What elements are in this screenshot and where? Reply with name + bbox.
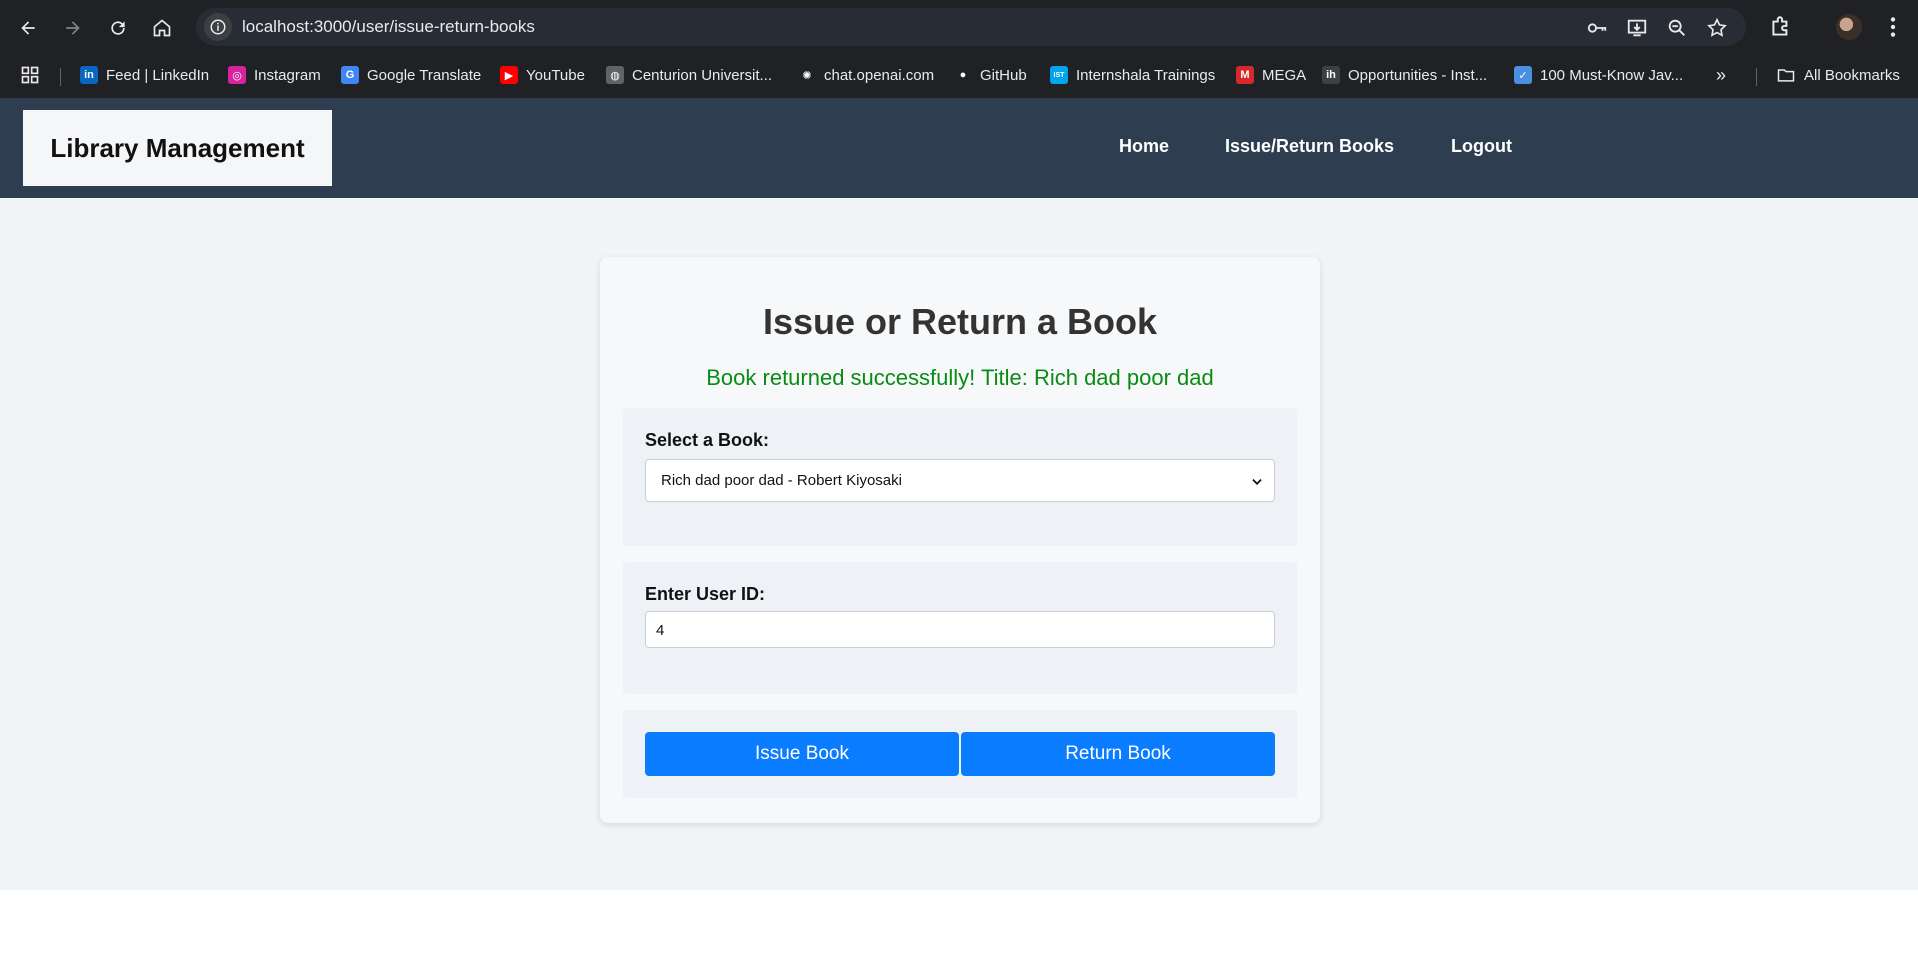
profile-avatar[interactable]: [1836, 14, 1862, 40]
bookmark-label: Centurion Universit...: [632, 66, 773, 84]
back-button[interactable]: [12, 12, 44, 44]
bookmark-item[interactable]: ▶ YouTube: [500, 64, 585, 86]
bookmark-label: chat.openai.com: [824, 66, 935, 84]
return-book-button[interactable]: Return Book: [961, 732, 1275, 776]
home-icon: [153, 19, 171, 37]
bookmarks-divider: [1756, 68, 1757, 86]
url-text[interactable]: localhost:3000/user/issue-return-books: [242, 17, 535, 37]
forward-button[interactable]: [57, 12, 89, 44]
bookmark-item[interactable]: G Google Translate: [341, 64, 481, 86]
double-chevron-right-icon: »: [1716, 64, 1727, 85]
instagram-icon: ◎: [228, 66, 246, 84]
nav-logout[interactable]: Logout: [1451, 136, 1512, 157]
brand-logo: Library Management: [23, 110, 332, 186]
install-icon: [1627, 19, 1647, 37]
bookmark-item[interactable]: ● GitHub: [954, 64, 1027, 86]
bookmark-item[interactable]: in Feed | LinkedIn: [80, 64, 209, 86]
bookmark-label: Feed | LinkedIn: [106, 66, 210, 84]
bookmark-item[interactable]: IST Internshala Trainings: [1050, 64, 1215, 86]
address-bar[interactable]: localhost:3000/user/issue-return-books: [196, 8, 1746, 46]
zoom-button[interactable]: [1666, 17, 1688, 39]
brand-title: Library Management: [50, 132, 305, 163]
bookmark-item[interactable]: ✺ chat.openai.com: [798, 64, 934, 86]
internshala-ih-icon: ih: [1322, 66, 1340, 84]
apps-button[interactable]: [20, 64, 40, 86]
youtube-icon: ▶: [500, 66, 518, 84]
issue-book-button[interactable]: Issue Book: [645, 732, 959, 776]
user-id-input[interactable]: 4: [645, 611, 1275, 648]
site-info-button[interactable]: [204, 13, 232, 41]
install-app-button[interactable]: [1626, 17, 1648, 39]
password-key-button[interactable]: [1586, 17, 1608, 39]
bookmarks-overflow-button[interactable]: »: [1716, 64, 1726, 86]
bookmark-item[interactable]: M MEGA: [1236, 64, 1306, 86]
bookmark-label: YouTube: [526, 66, 585, 84]
star-icon: [1707, 17, 1727, 37]
google-translate-icon: G: [341, 66, 359, 84]
openai-icon: ✺: [798, 66, 816, 84]
puzzle-icon: [1772, 16, 1788, 36]
reload-icon: [111, 21, 125, 35]
page-body: Issue or Return a Book Book returned suc…: [0, 198, 1918, 890]
all-bookmarks-button[interactable]: All Bookmarks: [1776, 64, 1900, 86]
browser-chrome: localhost:3000/user/issue-return-books i…: [0, 0, 1918, 98]
reload-button[interactable]: [102, 12, 134, 44]
info-icon: [210, 19, 226, 35]
back-arrow-icon: [21, 21, 35, 35]
globe-icon: ◍: [606, 66, 624, 84]
user-id-value: 4: [656, 622, 665, 639]
bookmark-label: Google Translate: [367, 66, 482, 84]
site-header: Library Management Home Issue/Return Boo…: [0, 98, 1918, 198]
book-select-section: Select a Book: Rich dad poor dad - Rober…: [623, 408, 1297, 546]
extensions-button[interactable]: [1768, 14, 1794, 40]
issue-return-card: Issue or Return a Book Book returned suc…: [600, 257, 1320, 823]
bookmark-label: GitHub: [980, 66, 1027, 84]
bookmark-label: 100 Must-Know Jav...: [1540, 66, 1684, 84]
bookmark-star-button[interactable]: [1706, 17, 1728, 39]
nav-home[interactable]: Home: [1119, 136, 1169, 157]
all-bookmarks-label: All Bookmarks: [1804, 66, 1900, 84]
bookmarks-bar: in Feed | LinkedIn ◎ Instagram G Google Trans…: [0, 60, 1918, 90]
bookmark-label: Internshala Trainings: [1076, 66, 1216, 84]
linkedin-icon: in: [80, 66, 98, 84]
bookmark-item[interactable]: ih Opportunities - Inst...: [1322, 64, 1487, 86]
chevron-down-icon: [1252, 479, 1262, 485]
success-message: Book returned successfully! Title: Rich …: [706, 365, 1214, 390]
bookmark-label: Opportunities - Inst...: [1348, 66, 1488, 84]
bookmark-label: Instagram: [254, 66, 321, 84]
zoom-icon: [1668, 19, 1685, 36]
bookmark-label: MEGA: [1262, 66, 1307, 84]
key-icon: [1587, 23, 1607, 33]
apps-grid-icon: [21, 66, 39, 84]
bookmark-item[interactable]: ◎ Instagram: [228, 64, 321, 86]
book-select-label: Select a Book:: [645, 430, 770, 450]
page-title: Issue or Return a Book: [762, 301, 1158, 342]
book-select-value: Rich dad poor dad - Robert Kiyosaki: [661, 472, 902, 489]
browser-toolbar: localhost:3000/user/issue-return-books: [0, 0, 1918, 54]
user-id-section: Enter User ID: 4: [623, 562, 1297, 694]
nav-issue-return-books[interactable]: Issue/Return Books: [1225, 136, 1394, 157]
action-buttons-section: Issue Book Return Book: [623, 710, 1297, 798]
page-footer-blank: [0, 890, 1918, 968]
forward-arrow-icon: [66, 21, 80, 35]
book-select[interactable]: Rich dad poor dad - Robert Kiyosaki: [645, 459, 1275, 502]
bookmark-item[interactable]: ◍ Centurion Universit...: [606, 64, 772, 86]
verified-check-icon: ✓: [1514, 66, 1532, 84]
github-icon: ●: [954, 66, 972, 84]
home-button[interactable]: [146, 12, 178, 44]
bookmark-item[interactable]: ✓ 100 Must-Know Jav...: [1514, 64, 1683, 86]
browser-menu-button[interactable]: [1880, 14, 1906, 40]
bookmarks-divider: [60, 68, 61, 86]
kebab-menu-icon: [1890, 17, 1896, 37]
mega-icon: M: [1236, 66, 1254, 84]
user-id-label: Enter User ID:: [645, 584, 766, 604]
folder-icon: [1777, 69, 1795, 82]
internshala-icon: IST: [1050, 66, 1068, 84]
